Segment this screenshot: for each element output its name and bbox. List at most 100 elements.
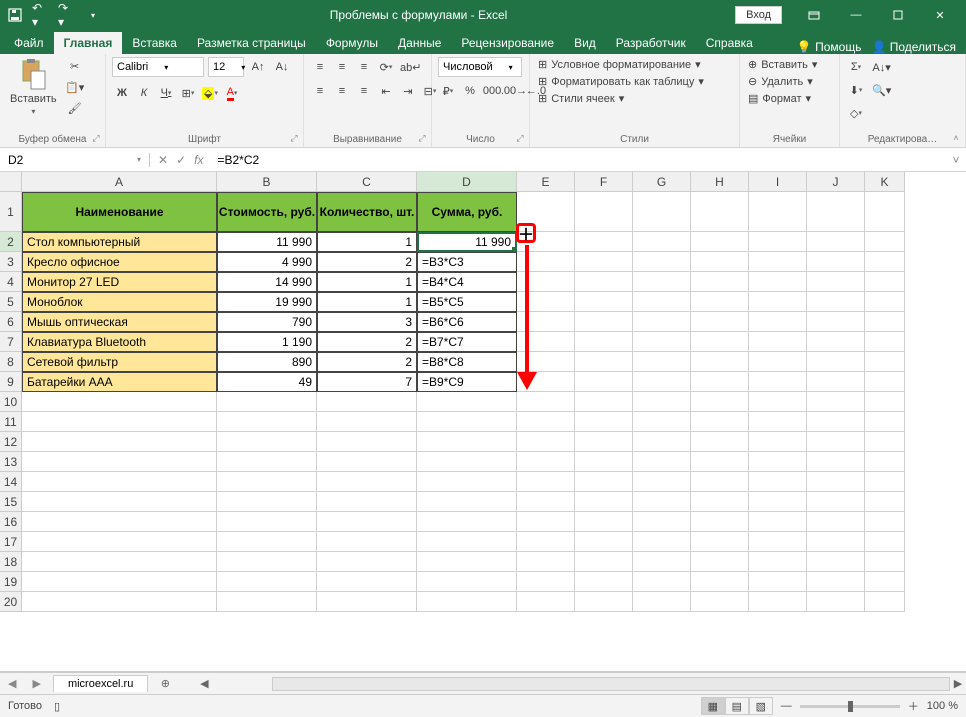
cell-E9[interactable] — [517, 372, 575, 392]
minimize-icon[interactable]: — — [836, 0, 876, 30]
cell-G5[interactable] — [633, 292, 691, 312]
cell-C17[interactable] — [317, 532, 417, 552]
cell-E17[interactable] — [517, 532, 575, 552]
cell-J13[interactable] — [807, 452, 865, 472]
cell-D8[interactable]: =B8*C8 — [417, 352, 517, 372]
cell-K18[interactable] — [865, 552, 905, 572]
currency-icon[interactable]: ₽ — [438, 81, 458, 101]
cell-I11[interactable] — [749, 412, 807, 432]
cell-I3[interactable] — [749, 252, 807, 272]
cell-C19[interactable] — [317, 572, 417, 592]
font-name-select[interactable]: Calibri▾ — [112, 57, 204, 77]
fill-color-icon[interactable]: ⬙ — [200, 83, 220, 103]
cell-G7[interactable] — [633, 332, 691, 352]
cell-H2[interactable] — [691, 232, 749, 252]
cell-H8[interactable] — [691, 352, 749, 372]
cell-K10[interactable] — [865, 392, 905, 412]
cell-C15[interactable] — [317, 492, 417, 512]
decrease-indent-icon[interactable]: ⇤ — [376, 81, 396, 101]
cell-E12[interactable] — [517, 432, 575, 452]
format-painter-icon[interactable]: 🖌 — [65, 99, 85, 117]
cell-J14[interactable] — [807, 472, 865, 492]
cell-F4[interactable] — [575, 272, 633, 292]
cell-F1[interactable] — [575, 192, 633, 232]
cell-C20[interactable] — [317, 592, 417, 612]
cell-H14[interactable] — [691, 472, 749, 492]
worksheet[interactable]: ABCDEFGHIJK 1234567891011121314151617181… — [0, 172, 966, 672]
cell-D9[interactable]: =B9*C9 — [417, 372, 517, 392]
cell-C14[interactable] — [317, 472, 417, 492]
cell-D1[interactable]: Сумма, руб. — [417, 192, 517, 232]
cell-E4[interactable] — [517, 272, 575, 292]
align-right-icon[interactable]: ≡ — [354, 81, 374, 101]
tab-review[interactable]: Рецензирование — [451, 32, 564, 54]
cell-F2[interactable] — [575, 232, 633, 252]
tab-file[interactable]: Файл — [4, 32, 54, 54]
cell-E14[interactable] — [517, 472, 575, 492]
clear-icon[interactable]: ◇ — [846, 103, 866, 123]
cell-I15[interactable] — [749, 492, 807, 512]
cell-E2[interactable] — [517, 232, 575, 252]
cell-I2[interactable] — [749, 232, 807, 252]
tab-formulas[interactable]: Формулы — [316, 32, 388, 54]
cell-D16[interactable] — [417, 512, 517, 532]
cell-A6[interactable]: Мышь оптическая — [22, 312, 217, 332]
cell-G11[interactable] — [633, 412, 691, 432]
cell-E15[interactable] — [517, 492, 575, 512]
cell-H6[interactable] — [691, 312, 749, 332]
row-header-14[interactable]: 14 — [0, 472, 22, 492]
row-header-7[interactable]: 7 — [0, 332, 22, 352]
cell-K17[interactable] — [865, 532, 905, 552]
expand-formula-icon[interactable]: ˅ — [946, 153, 966, 167]
cell-J9[interactable] — [807, 372, 865, 392]
cell-E8[interactable] — [517, 352, 575, 372]
align-bottom-icon[interactable]: ≡ — [354, 57, 374, 77]
maximize-icon[interactable] — [878, 0, 918, 30]
cell-G19[interactable] — [633, 572, 691, 592]
cell-G15[interactable] — [633, 492, 691, 512]
tab-home[interactable]: Главная — [54, 32, 123, 54]
cell-B18[interactable] — [217, 552, 317, 572]
cell-I17[interactable] — [749, 532, 807, 552]
cell-J17[interactable] — [807, 532, 865, 552]
cell-C11[interactable] — [317, 412, 417, 432]
cell-J18[interactable] — [807, 552, 865, 572]
col-header-D[interactable]: D — [417, 172, 517, 192]
cell-I12[interactable] — [749, 432, 807, 452]
cell-G14[interactable] — [633, 472, 691, 492]
increase-font-icon[interactable]: A↑ — [248, 57, 268, 77]
cell-H5[interactable] — [691, 292, 749, 312]
italic-button[interactable]: К — [134, 83, 154, 103]
macro-record-icon[interactable]: ▯ — [54, 700, 60, 713]
cell-H19[interactable] — [691, 572, 749, 592]
cell-E11[interactable] — [517, 412, 575, 432]
cell-I7[interactable] — [749, 332, 807, 352]
cell-B8[interactable]: 890 — [217, 352, 317, 372]
find-icon[interactable]: 🔍▾ — [870, 80, 893, 100]
cell-K20[interactable] — [865, 592, 905, 612]
hscroll-track[interactable] — [272, 677, 950, 691]
cell-A5[interactable]: Моноблок — [22, 292, 217, 312]
cell-J16[interactable] — [807, 512, 865, 532]
cell-K3[interactable] — [865, 252, 905, 272]
cell-C5[interactable]: 1 — [317, 292, 417, 312]
cell-D15[interactable] — [417, 492, 517, 512]
redo-icon[interactable]: ↷ ▾ — [58, 6, 76, 24]
cell-B17[interactable] — [217, 532, 317, 552]
underline-button[interactable]: Ч — [156, 83, 176, 103]
font-color-icon[interactable]: A — [222, 83, 242, 103]
row-header-6[interactable]: 6 — [0, 312, 22, 332]
cell-G12[interactable] — [633, 432, 691, 452]
cell-D5[interactable]: =B5*C5 — [417, 292, 517, 312]
cell-E16[interactable] — [517, 512, 575, 532]
cell-C12[interactable] — [317, 432, 417, 452]
cell-F8[interactable] — [575, 352, 633, 372]
cell-F14[interactable] — [575, 472, 633, 492]
cell-H12[interactable] — [691, 432, 749, 452]
cell-B16[interactable] — [217, 512, 317, 532]
row-header-1[interactable]: 1 — [0, 192, 22, 232]
cell-E10[interactable] — [517, 392, 575, 412]
cell-A18[interactable] — [22, 552, 217, 572]
cell-J15[interactable] — [807, 492, 865, 512]
cell-E6[interactable] — [517, 312, 575, 332]
